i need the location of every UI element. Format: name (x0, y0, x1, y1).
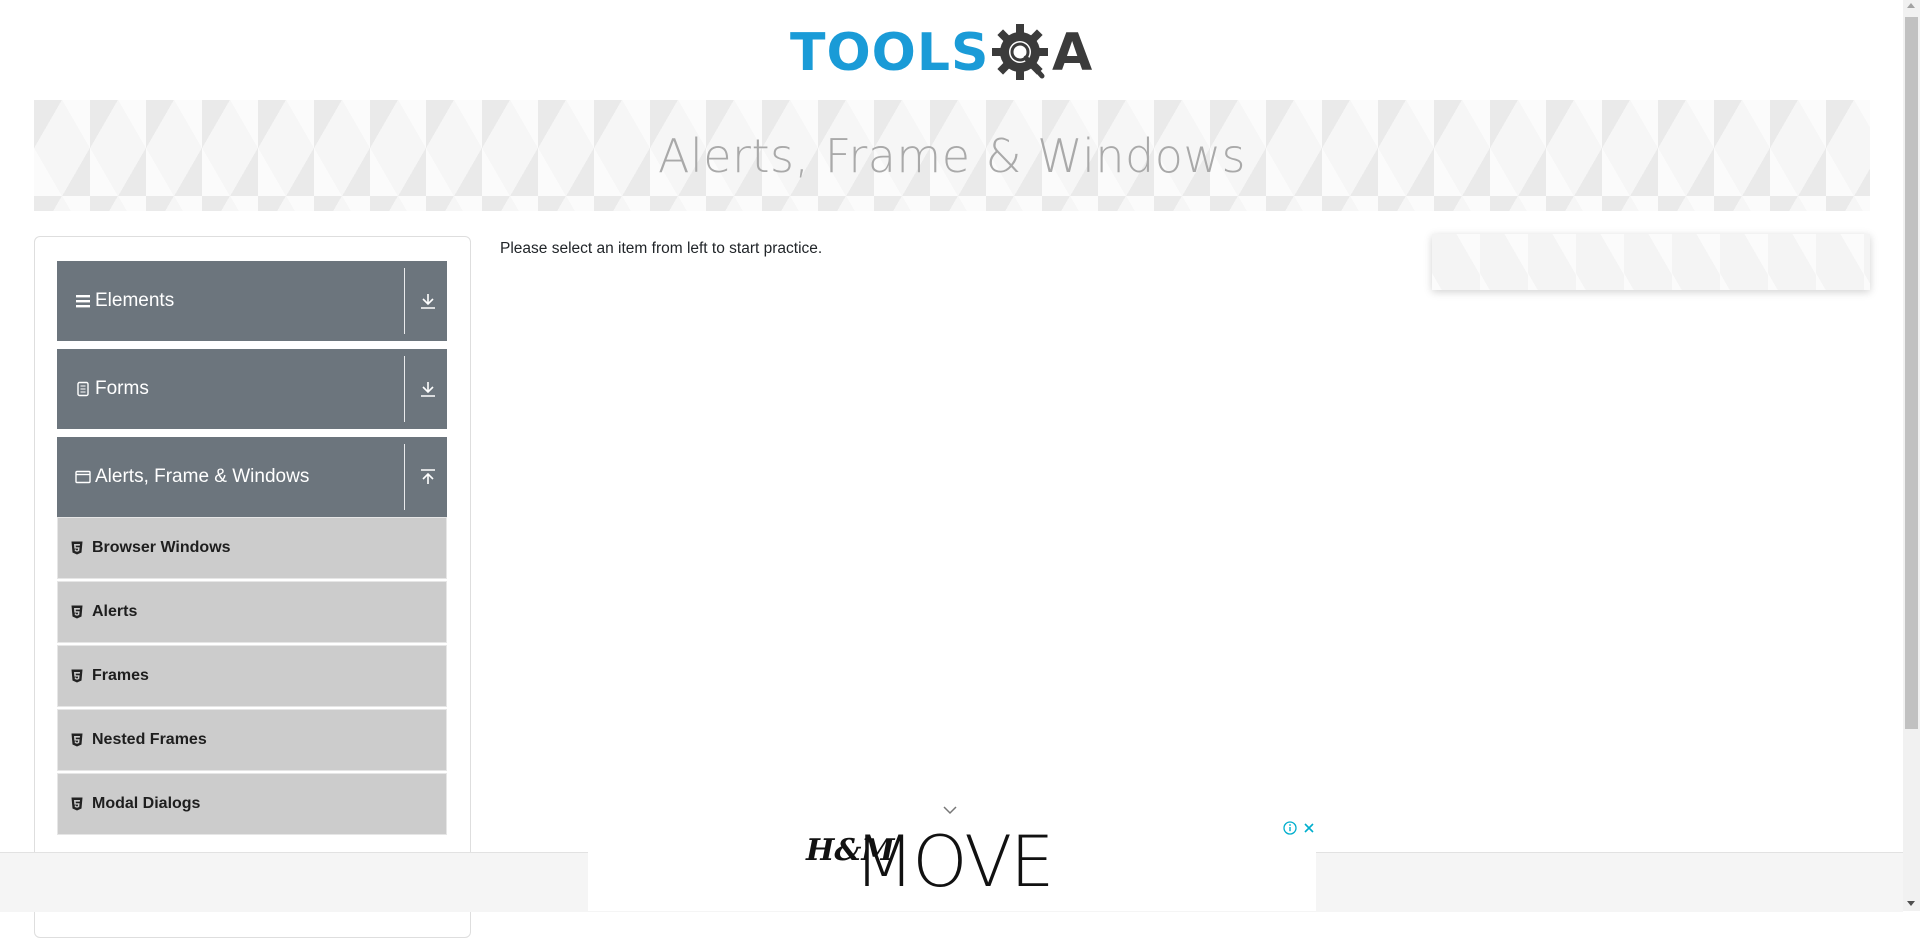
group-label: Alerts, Frame & Windows (95, 466, 310, 487)
toolsqa-logo[interactable]: TOOLS A (790, 14, 1116, 92)
menu-item-nested-frames[interactable]: Nested Frames (57, 709, 447, 771)
window-icon (75, 469, 91, 485)
document-icon (75, 381, 91, 397)
page-title: Alerts, Frame & Windows (658, 128, 1246, 183)
group-header-alerts-frame-windows[interactable]: Alerts, Frame & Windows (57, 437, 447, 517)
html5-icon (70, 796, 84, 812)
menu-item-browser-windows[interactable]: Browser Windows (57, 517, 447, 579)
menu-item-label: Modal Dialogs (92, 795, 201, 812)
menu-list: Browser Windows Alerts Frames Nested Fra… (57, 517, 447, 837)
menu-item-label: Nested Frames (92, 731, 207, 748)
scrollbar-thumb[interactable] (1905, 17, 1918, 729)
group-label: Forms (95, 378, 149, 399)
vertical-scrollbar[interactable] (1903, 0, 1920, 911)
html5-icon (70, 540, 84, 556)
scroll-down-arrow-icon[interactable] (1907, 901, 1915, 906)
instruction-text: Please select an item from left to start… (500, 240, 823, 257)
html5-icon (70, 732, 84, 748)
html5-icon (70, 668, 84, 684)
group-header-forms[interactable]: Forms (57, 349, 447, 429)
menu-item-modal-dialogs[interactable]: Modal Dialogs (57, 773, 447, 835)
group-label: Elements (95, 290, 175, 311)
menu-item-label: Alerts (92, 603, 138, 620)
left-menu-panel: Elements Forms Alerts, Frame & Windows B… (34, 236, 471, 938)
menu-item-alerts[interactable]: Alerts (57, 581, 447, 643)
upload-arrow-icon[interactable] (418, 467, 438, 487)
logo-a-text: A (1052, 23, 1092, 83)
gear-magnifier-icon (992, 24, 1048, 80)
menu-item-label: Frames (92, 667, 149, 684)
divider (404, 268, 405, 334)
menu-item-label: Browser Windows (92, 539, 231, 556)
group-header-elements[interactable]: Elements (57, 261, 447, 341)
html5-icon (70, 604, 84, 620)
logo-tools-text: TOOLS (790, 23, 989, 83)
page-banner: Alerts, Frame & Windows (34, 100, 1870, 211)
chevron-down-icon[interactable] (942, 804, 958, 816)
close-icon[interactable] (1302, 821, 1316, 835)
right-ad-slot[interactable] (1432, 234, 1870, 290)
download-arrow-icon[interactable] (418, 379, 438, 399)
menu-item-frames[interactable]: Frames (57, 645, 447, 707)
divider (404, 444, 405, 510)
hamburger-icon (75, 293, 91, 309)
info-icon[interactable] (1283, 821, 1297, 835)
download-arrow-icon[interactable] (418, 291, 438, 311)
scroll-up-arrow-icon[interactable] (1907, 3, 1915, 8)
divider (404, 356, 405, 422)
ad-tagline[interactable]: MOVE (854, 821, 1054, 903)
